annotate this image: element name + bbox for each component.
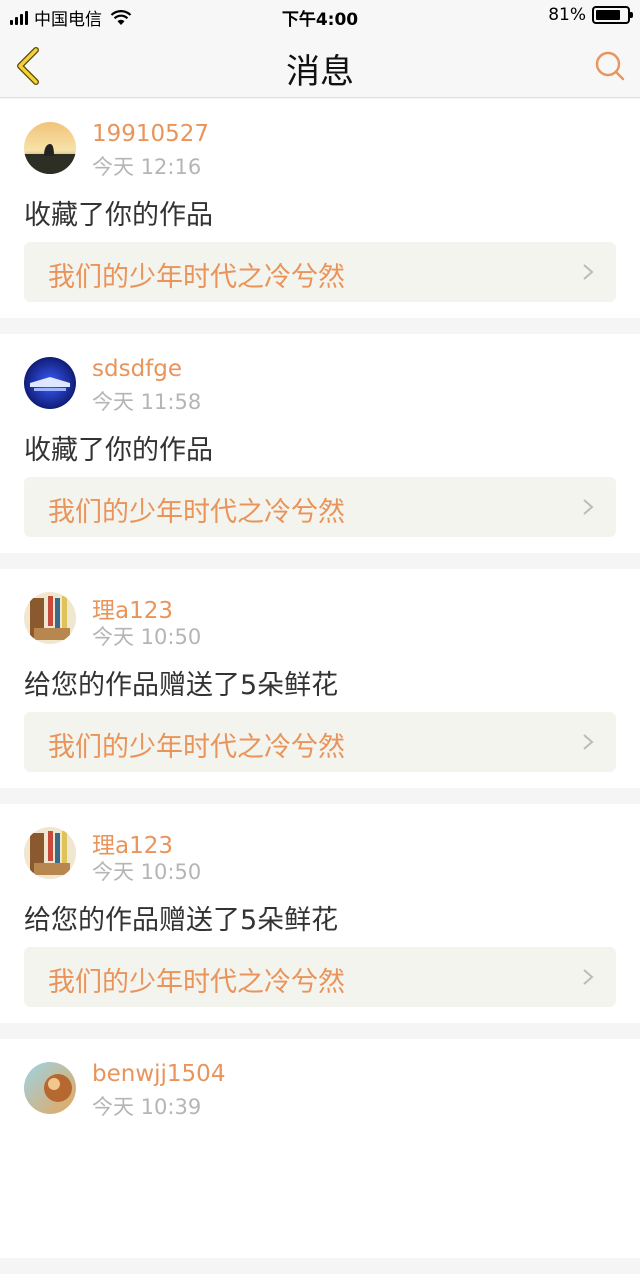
battery-percent: 81% [548, 5, 586, 25]
avatar[interactable] [24, 1062, 76, 1114]
status-right: 81% [548, 5, 633, 25]
username[interactable]: 理a123 [92, 826, 173, 860]
chevron-right-icon [583, 969, 594, 985]
username[interactable]: 理a123 [92, 591, 173, 625]
message-card: 19910527 今天 12:16 收藏了你的作品 我们的少年时代之冷兮然 [0, 99, 640, 318]
message-card: 理a123 今天 10:50 给您的作品赠送了5朵鲜花 我们的少年时代之冷兮然 [0, 569, 640, 788]
chevron-right-icon [583, 499, 594, 515]
message-time: 今天 10:50 [92, 625, 202, 649]
avatar[interactable] [24, 592, 76, 644]
chevron-right-icon [583, 264, 594, 280]
work-title: 我们的少年时代之冷兮然 [48, 967, 345, 998]
work-link[interactable]: 我们的少年时代之冷兮然 [24, 477, 616, 537]
work-link[interactable]: 我们的少年时代之冷兮然 [24, 242, 616, 302]
work-title: 我们的少年时代之冷兮然 [48, 497, 345, 528]
message-card: sdsdfge 今天 11:58 收藏了你的作品 我们的少年时代之冷兮然 [0, 334, 640, 553]
status-time: 下午4:00 [281, 10, 359, 30]
username[interactable]: sdsdfge [92, 356, 182, 382]
username[interactable]: 19910527 [92, 121, 209, 147]
avatar[interactable] [24, 122, 76, 174]
message-time: 今天 10:50 [92, 860, 202, 884]
work-title: 我们的少年时代之冷兮然 [48, 262, 345, 293]
message-list: 19910527 今天 12:16 收藏了你的作品 我们的少年时代之冷兮然 sd… [0, 99, 640, 1274]
message-text: 收藏了你的作品 [24, 435, 213, 466]
work-link[interactable]: 我们的少年时代之冷兮然 [24, 712, 616, 772]
chevron-right-icon [583, 734, 594, 750]
work-link[interactable]: 我们的少年时代之冷兮然 [24, 947, 616, 1007]
message-text: 给您的作品赠送了5朵鲜花 [24, 905, 339, 936]
avatar[interactable] [24, 357, 76, 409]
message-time: 今天 10:39 [92, 1095, 202, 1119]
battery-icon [592, 6, 633, 24]
message-text: 给您的作品赠送了5朵鲜花 [24, 670, 339, 701]
page-title: 消息 [286, 52, 354, 92]
message-card: benwjj1504 今天 10:39 [0, 1039, 640, 1258]
username[interactable]: benwjj1504 [92, 1061, 225, 1087]
status-bar: 中国电信 下午4:00 81% [0, 0, 640, 32]
nav-bar: 消息 [0, 32, 640, 98]
message-time: 今天 11:58 [92, 390, 202, 414]
message-time: 今天 12:16 [92, 155, 202, 179]
message-card: 理a123 今天 10:50 给您的作品赠送了5朵鲜花 我们的少年时代之冷兮然 [0, 804, 640, 1023]
search-icon[interactable] [594, 50, 626, 82]
avatar[interactable] [24, 827, 76, 879]
work-title: 我们的少年时代之冷兮然 [48, 732, 345, 763]
message-text: 收藏了你的作品 [24, 200, 213, 231]
